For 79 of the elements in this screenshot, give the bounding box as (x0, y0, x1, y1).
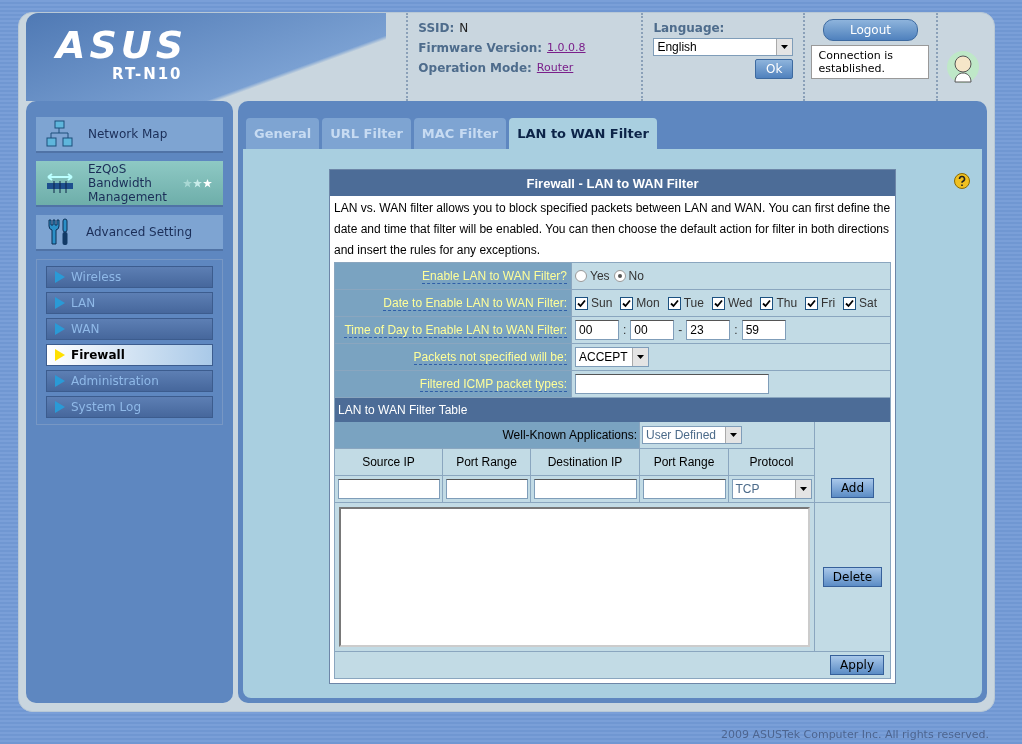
day-checkbox[interactable]: Thu (760, 296, 798, 310)
model-name: RT-N10 (112, 65, 183, 83)
protocol-select[interactable]: TCP (731, 479, 812, 499)
field-label: Filtered ICMP packet types: (419, 376, 567, 392)
field-label: Packets not specified will be: (413, 349, 567, 365)
menu-item[interactable]: Firewall (46, 344, 213, 366)
caret-icon[interactable] (794, 480, 811, 498)
time-input[interactable]: 00 (575, 320, 619, 340)
rule-input[interactable] (445, 479, 528, 499)
time-input[interactable]: 00 (630, 320, 675, 340)
triangle-icon (55, 297, 65, 309)
field-label: Enable LAN to WAN Filter? (422, 268, 567, 284)
bandwidth-icon (46, 172, 74, 194)
ssid-label: SSID: (418, 21, 455, 35)
language-label: Language: (653, 21, 725, 35)
column-header: Protocol (729, 449, 815, 476)
action-select[interactable]: ACCEPT (575, 347, 649, 367)
checkmark-icon (845, 298, 855, 308)
column-header: Port Range (640, 449, 729, 476)
tab[interactable]: LAN to WAN Filter (509, 118, 658, 149)
day-checkbox[interactable]: Wed (711, 296, 753, 310)
firmware-link[interactable]: 1.0.0.8 (547, 41, 586, 55)
mode-label: Operation Mode: (418, 61, 532, 75)
rule-input[interactable] (337, 479, 440, 499)
radio-option[interactable]: Yes (575, 269, 610, 283)
mascot-icon (945, 50, 980, 84)
checkmark-icon (762, 298, 772, 308)
time-separator: : (734, 323, 738, 337)
delete-button[interactable]: Delete (822, 567, 883, 587)
menu-section[interactable]: EzQoS Bandwidth Management (36, 161, 223, 207)
checkmark-icon (622, 298, 632, 308)
checkmark-icon (669, 298, 679, 308)
day-checkbox[interactable]: Tue (667, 296, 704, 310)
mode-link[interactable]: Router (536, 61, 574, 75)
stars-icon (183, 178, 213, 188)
caret-icon[interactable] (776, 39, 793, 55)
status-bubble: Connection is established. (811, 45, 930, 79)
day-checkbox[interactable]: Sun (575, 296, 613, 310)
menu-section[interactable]: Network Map (36, 117, 223, 153)
time-separator: : (623, 323, 627, 337)
triangle-icon (55, 401, 65, 413)
field-label: Date to Enable LAN to WAN Filter: (383, 295, 567, 311)
day-checkbox[interactable]: Fri (805, 296, 836, 310)
triangle-icon (55, 349, 65, 361)
menu-section[interactable]: Advanced Setting (36, 215, 223, 251)
triangle-icon (55, 323, 65, 335)
rule-input[interactable] (642, 479, 726, 499)
column-header: Destination IP (531, 449, 640, 476)
network-icon (46, 120, 74, 148)
day-checkbox[interactable]: Mon (620, 296, 660, 310)
field-label: Time of Day to Enable LAN to WAN Filter: (344, 322, 567, 338)
caret-icon[interactable] (725, 427, 741, 443)
triangle-icon (55, 375, 65, 387)
apps-label: Well-Known Applications: (335, 422, 640, 449)
ssid-value: N (459, 21, 469, 35)
table-title: LAN to WAN Filter Table (335, 398, 890, 422)
checkmark-icon (713, 298, 723, 308)
column-header: Port Range (443, 449, 531, 476)
column-header: Source IP (335, 449, 443, 476)
triangle-icon (55, 271, 65, 283)
time-separator: - (678, 323, 683, 337)
language-select[interactable]: English (653, 38, 794, 56)
radio-option[interactable]: No (613, 269, 644, 283)
description: LAN vs. WAN filter allows you to block specified packets between LAN and WAN. You can first define the date and time that filter will be enabled. You can then choose the default action for filter in both directions and insert the rules for any exceptions. (333, 200, 892, 259)
caret-icon[interactable] (632, 348, 648, 366)
day-checkbox[interactable]: Sat (843, 296, 878, 310)
firmware-label: Firmware Version: (418, 41, 543, 55)
icmp-input[interactable] (575, 374, 769, 394)
apply-button[interactable]: Apply (830, 655, 884, 675)
time-input[interactable]: 23 (686, 320, 731, 340)
add-button[interactable]: Add (830, 478, 875, 498)
rule-input[interactable] (533, 479, 637, 499)
checkmark-icon (577, 298, 586, 308)
checkmark-icon (807, 298, 817, 308)
time-input[interactable]: 59 (741, 320, 786, 340)
copyright: 2009 ASUSTek Computer Inc. All rights reserved. (720, 727, 990, 741)
panel-title: Firewall - LAN to WAN Filter (330, 170, 895, 196)
apps-select[interactable]: User Defined (642, 426, 742, 444)
help-icon[interactable] (954, 173, 970, 189)
